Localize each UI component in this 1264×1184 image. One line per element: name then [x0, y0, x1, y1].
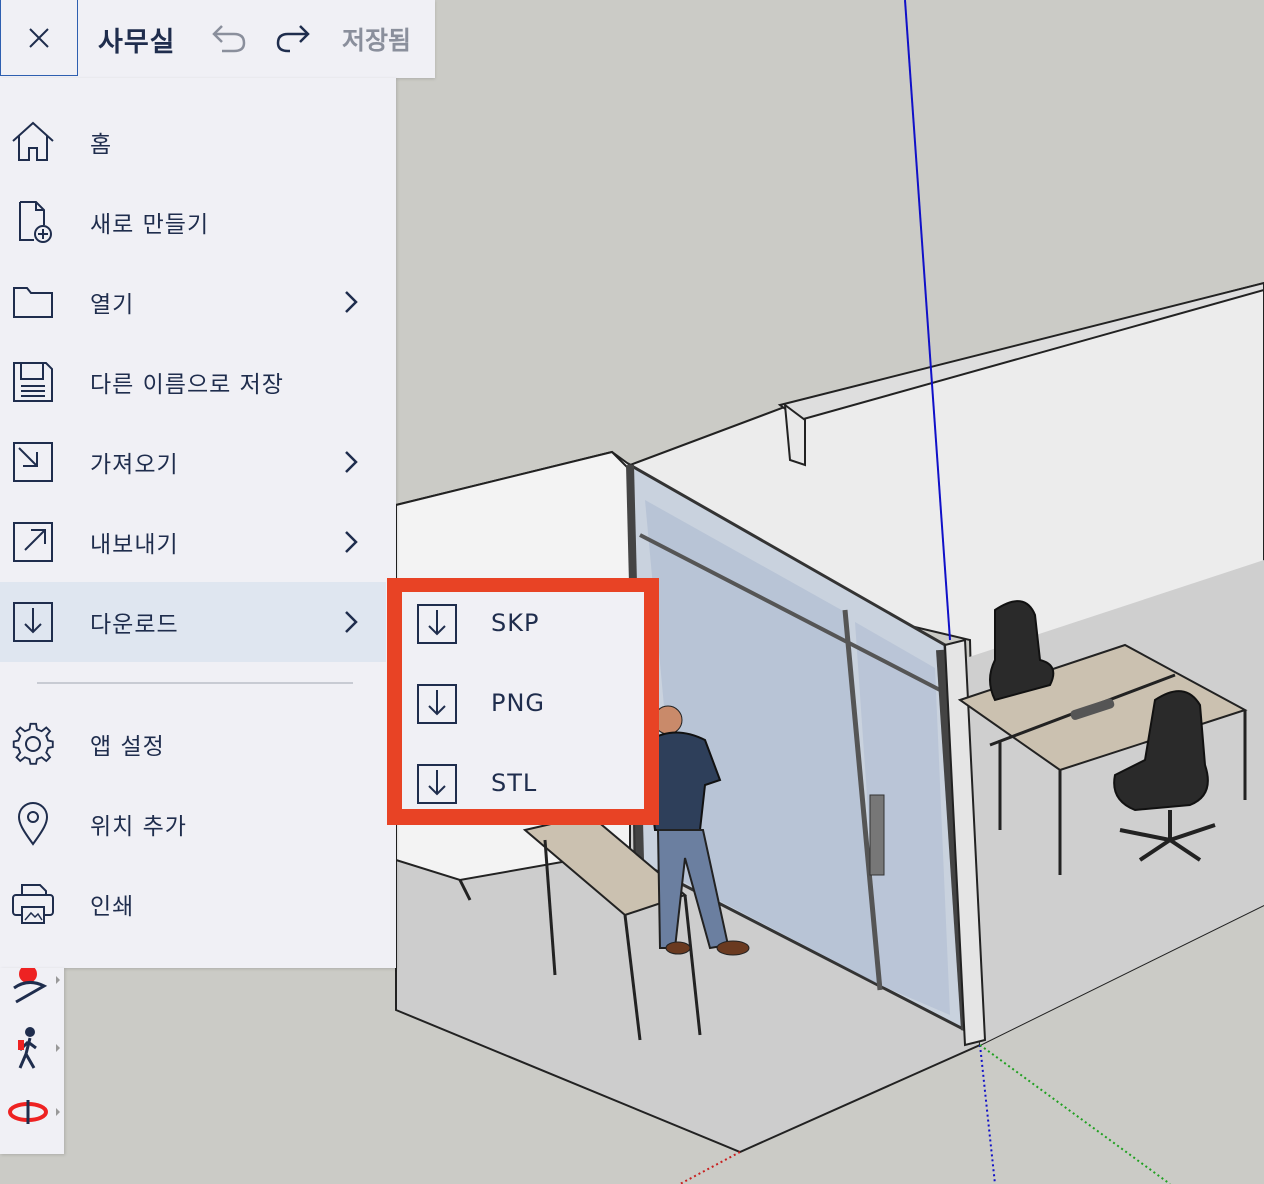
download-icon — [417, 764, 457, 804]
download-png-item[interactable]: PNG — [402, 672, 644, 744]
top-bar: 사무실 저장됨 — [0, 0, 435, 78]
undo-button[interactable] — [210, 20, 250, 56]
saved-status: 저장됨 — [342, 26, 412, 55]
menu-item-export[interactable]: 내보내기 — [0, 502, 386, 582]
document-title: 사무실 — [98, 27, 176, 58]
chevron-right-icon — [345, 531, 358, 553]
location-pin-icon — [10, 801, 56, 847]
home-icon — [10, 119, 56, 165]
download-icon — [417, 684, 457, 724]
menu-item-label: 앱 설정 — [90, 734, 165, 760]
menu-item-new[interactable]: 새로 만들기 — [0, 182, 386, 262]
menu-item-label: 다운로드 — [90, 612, 179, 638]
menu-item-download[interactable]: 다운로드 — [0, 582, 386, 662]
import-icon — [10, 439, 56, 485]
position-camera-icon — [13, 965, 60, 1004]
redo-icon — [276, 25, 310, 53]
file-menu: 홈 새로 만들기 열기 다른 이름으로 저장 가져오기 내보내기 다운로드 앱 … — [0, 78, 396, 968]
menu-item-label: 위치 추가 — [90, 814, 187, 840]
menu-item-label: 가져오기 — [90, 452, 179, 478]
chevron-right-icon — [345, 291, 358, 313]
tool-position-camera[interactable] — [6, 965, 62, 1020]
menu-item-add-location[interactable]: 위치 추가 — [0, 784, 386, 864]
menu-item-label: 열기 — [90, 292, 135, 318]
menu-item-label: 다른 이름으로 저장 — [90, 372, 284, 398]
download-stl-item[interactable]: STL — [402, 752, 644, 824]
menu-item-label: 홈 — [90, 132, 113, 158]
floppy-disk-icon — [10, 359, 56, 405]
tool-walk[interactable] — [6, 1024, 62, 1076]
printer-icon — [10, 881, 56, 927]
walk-icon — [18, 1027, 60, 1069]
chevron-right-icon — [345, 611, 358, 633]
submenu-item-label: STL — [491, 769, 538, 797]
menu-item-home[interactable]: 홈 — [0, 102, 386, 182]
menu-item-label: 인쇄 — [90, 894, 135, 920]
download-icon — [10, 599, 56, 645]
redo-button[interactable] — [272, 20, 312, 56]
close-menu-button[interactable] — [0, 0, 78, 76]
download-icon — [417, 604, 457, 644]
menu-item-save-as[interactable]: 다른 이름으로 저장 — [0, 342, 386, 422]
export-icon — [10, 519, 56, 565]
gear-icon — [10, 721, 56, 767]
menu-item-import[interactable]: 가져오기 — [0, 422, 386, 502]
menu-item-app-settings[interactable]: 앱 설정 — [0, 704, 386, 784]
download-skp-item[interactable]: SKP — [402, 592, 644, 664]
new-file-icon — [10, 199, 56, 245]
menu-item-print[interactable]: 인쇄 — [0, 864, 386, 944]
close-icon — [29, 27, 49, 48]
submenu-item-label: SKP — [491, 609, 540, 637]
chevron-right-icon — [345, 451, 358, 473]
tool-orbit[interactable] — [6, 1088, 62, 1140]
tool-strip — [0, 965, 64, 1154]
download-submenu: SKP PNG STL — [402, 592, 644, 809]
menu-item-open[interactable]: 열기 — [0, 262, 386, 342]
undo-icon — [212, 25, 246, 53]
orbit-icon — [8, 1100, 60, 1124]
folder-icon — [10, 279, 56, 325]
menu-divider — [37, 682, 353, 684]
menu-item-label: 새로 만들기 — [90, 212, 210, 238]
submenu-item-label: PNG — [491, 689, 546, 717]
menu-item-label: 내보내기 — [90, 532, 179, 558]
